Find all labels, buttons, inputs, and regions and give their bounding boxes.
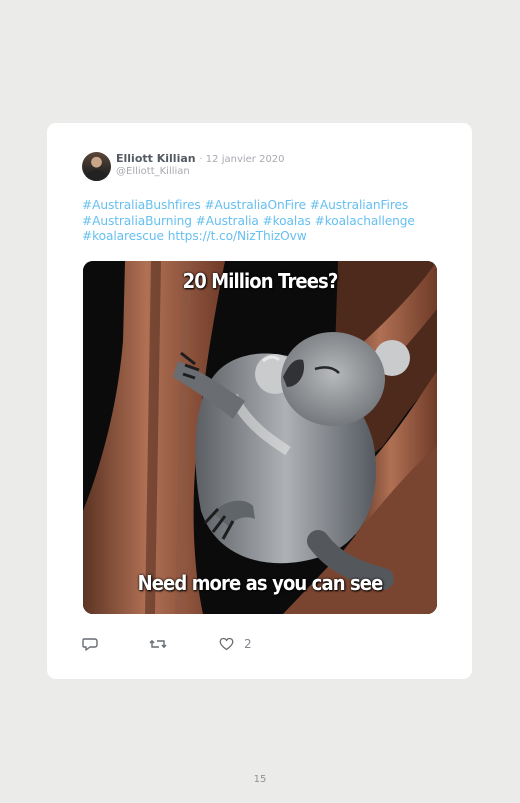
avatar-silhouette <box>86 170 107 181</box>
tweet-text: #AustraliaBushfires #AustraliaOnFire #Au… <box>82 198 442 245</box>
tweet-image[interactable]: 20 Million Trees? Need more as you can s… <box>83 261 437 614</box>
tweet-text-line[interactable]: #AustraliaBurning #Australia #koalas #ko… <box>82 214 442 230</box>
page-number: 15 <box>253 774 267 785</box>
reply-button[interactable] <box>82 635 98 653</box>
meme-bottom-caption: Need more as you can see <box>137 571 384 595</box>
like-button[interactable]: 2 <box>219 635 252 653</box>
koala-image <box>83 261 437 614</box>
tweet-actions: 2 <box>82 635 382 653</box>
reply-icon <box>82 638 98 651</box>
heart-icon <box>219 637 234 651</box>
tweet-card: Elliott Killian · 12 janvier 2020 @Ellio… <box>47 123 472 679</box>
tweet-date: · 12 janvier 2020 <box>199 154 285 165</box>
retweet-button[interactable] <box>149 635 167 653</box>
tweet-text-line[interactable]: #koalarescue https://t.co/NizThizOvw <box>82 229 442 245</box>
tweet-author: Elliott Killian · 12 janvier 2020 <box>116 152 285 165</box>
avatar[interactable] <box>82 152 111 181</box>
author-name[interactable]: Elliott Killian <box>116 152 196 165</box>
retweet-icon <box>149 639 167 649</box>
tweet-text-line[interactable]: #AustraliaBushfires #AustraliaOnFire #Au… <box>82 198 442 214</box>
author-handle[interactable]: @Elliott_Killian <box>116 166 190 177</box>
like-count: 2 <box>244 637 252 651</box>
meme-top-caption: 20 Million Trees? <box>182 269 339 293</box>
